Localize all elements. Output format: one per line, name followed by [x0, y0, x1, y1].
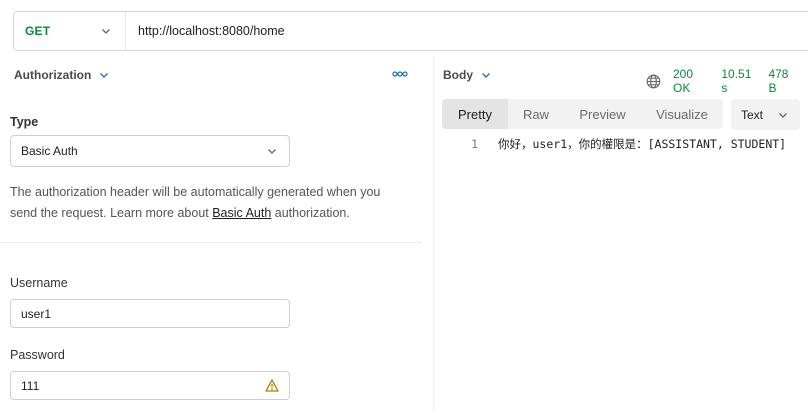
body-tab-label: Body: [443, 68, 473, 82]
auth-type-label: Type: [10, 115, 39, 129]
auth-type-select[interactable]: Basic Auth: [10, 135, 290, 167]
username-label: Username: [10, 276, 68, 290]
format-select[interactable]: Text: [731, 99, 800, 130]
chevron-down-icon: [267, 146, 277, 156]
auth-description: The authorization header will be automat…: [10, 182, 410, 224]
basic-auth-link[interactable]: Basic Auth: [212, 206, 271, 220]
globe-icon[interactable]: [646, 74, 661, 89]
tab-preview[interactable]: Preview: [564, 99, 641, 129]
url-input[interactable]: [126, 12, 808, 50]
username-field[interactable]: [21, 306, 279, 321]
authorization-tab[interactable]: Authorization: [14, 68, 109, 82]
username-field-wrapper: [10, 299, 290, 328]
tab-raw[interactable]: Raw: [508, 99, 564, 129]
method-label: GET: [25, 24, 51, 38]
section-divider: [0, 242, 422, 243]
password-field-wrapper: [10, 371, 290, 400]
chevron-down-icon: [101, 26, 111, 36]
chevron-down-icon: [778, 110, 788, 120]
format-label: Text: [741, 107, 764, 122]
password-field[interactable]: [21, 378, 265, 393]
authorization-tab-label: Authorization: [14, 68, 92, 82]
response-size[interactable]: 478 B: [768, 67, 798, 95]
more-horizontal-icon[interactable]: [392, 68, 408, 80]
auth-description-suffix: authorization.: [271, 206, 350, 220]
tab-visualize[interactable]: Visualize: [641, 99, 723, 129]
body-tab[interactable]: Body: [443, 68, 491, 82]
line-content[interactable]: 你好，user1，你的權限是：[ASSISTANT, STUDENT]: [498, 136, 786, 152]
chevron-down-icon: [99, 70, 109, 80]
auth-type-value: Basic Auth: [21, 144, 78, 158]
response-body-line: 1 你好，user1，你的權限是：[ASSISTANT, STUDENT]: [434, 136, 786, 152]
response-time[interactable]: 10.51 s: [721, 67, 758, 95]
authorization-pane: Authorization Type Basic Auth The author…: [0, 56, 422, 410]
request-url-bar: GET: [13, 11, 808, 51]
view-tabs: Pretty Raw Preview Visualize: [442, 99, 723, 129]
line-number: 1: [471, 137, 478, 151]
tab-pretty[interactable]: Pretty: [442, 99, 508, 129]
chevron-down-icon: [481, 70, 491, 80]
response-pane: Body 200 OK 10.51 s 478 B Pretty Raw Pre…: [434, 56, 808, 410]
warning-icon[interactable]: [265, 379, 279, 392]
method-select[interactable]: GET: [14, 12, 126, 50]
password-label: Password: [10, 348, 65, 362]
response-status-row: 200 OK 10.51 s 478 B: [646, 67, 808, 95]
status-code[interactable]: 200 OK: [673, 67, 711, 95]
